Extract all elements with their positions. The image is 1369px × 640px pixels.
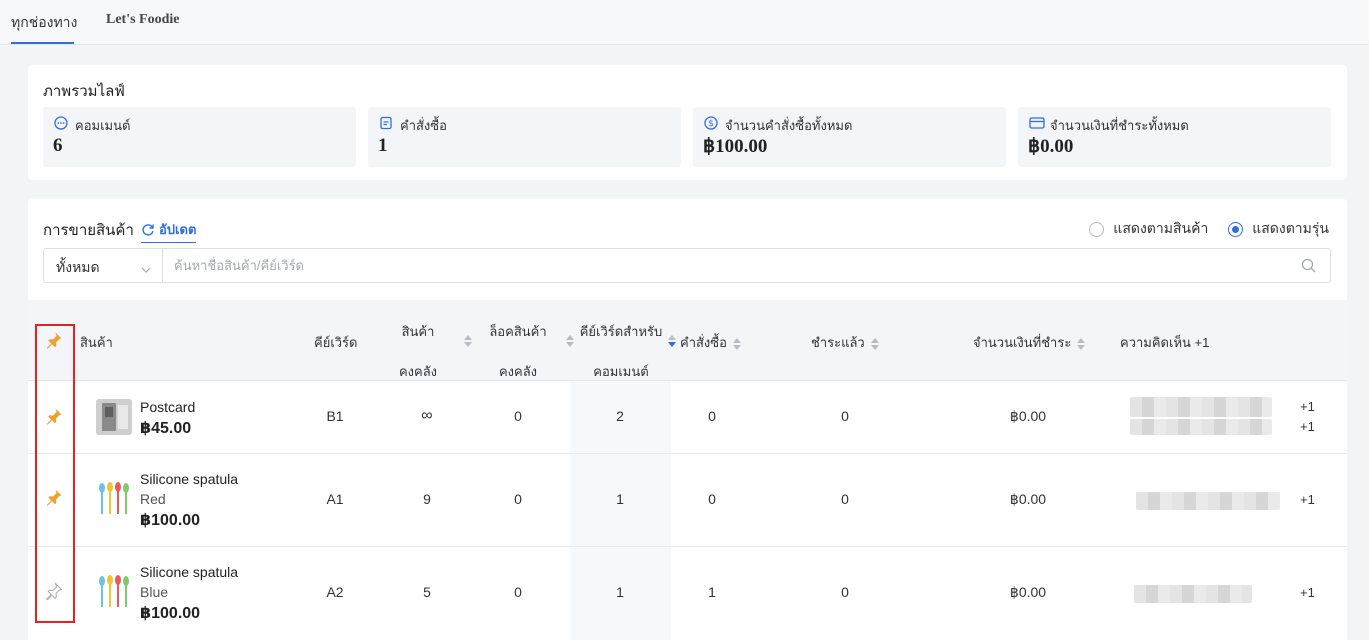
card-icon xyxy=(1029,116,1045,133)
product-name: Silicone spatula xyxy=(140,471,239,487)
filter-select-value: ทั้งหมด xyxy=(56,259,100,275)
plus-one-count: +1 xyxy=(1300,399,1315,414)
sort-desc-icon[interactable] xyxy=(668,335,676,347)
stat-value: ฿0.00 xyxy=(1028,136,1074,157)
col-product: สินค้า xyxy=(80,335,113,350)
blurred-comment xyxy=(1134,585,1252,603)
dollar-icon: $ xyxy=(704,116,718,133)
search-icon[interactable] xyxy=(1301,258,1316,276)
product-name: Postcard xyxy=(140,399,196,415)
table-row: Silicone spatula Blue ฿100.00 A2 5 0 1 1… xyxy=(28,547,1347,640)
product-variant: Red xyxy=(140,491,166,507)
table-row: Postcard ฿45.00 B1 ∞ 0 2 0 0 ฿0.00 +1 +1 xyxy=(28,381,1347,454)
product-thumbnail xyxy=(96,481,132,517)
search-bar: ทั้งหมด xyxy=(43,248,1331,283)
comment-keyword-cell: 2 xyxy=(616,408,624,424)
filter-select[interactable]: ทั้งหมด xyxy=(44,249,163,282)
view-mode-radio-group: แสดงตามสินค้า แสดงตามรุ่น xyxy=(1073,218,1329,240)
paid-amount-cell: ฿0.00 xyxy=(1009,584,1047,600)
comment-keyword-cell: 1 xyxy=(616,584,624,600)
col-paid-amount[interactable]: จำนวนเงินที่ชำระ xyxy=(973,332,1086,353)
table-row: Silicone spatula Red ฿100.00 A1 9 0 1 0 … xyxy=(28,454,1347,547)
keyword-cell: B1 xyxy=(326,408,344,424)
product-variant: Blue xyxy=(140,584,169,600)
sales-title: การขายสินค้า xyxy=(43,222,134,239)
active-tab-indicator xyxy=(11,42,74,44)
stat-total-paid-amount: จำนวนเงินที่ชำระทั้งหมด ฿0.00 xyxy=(1018,107,1331,167)
col-orders[interactable]: คำสั่งซื้อ xyxy=(680,332,741,353)
paid-amount-cell: ฿0.00 xyxy=(1009,408,1047,424)
keyword-cell: A1 xyxy=(326,491,344,507)
col-comment-keyword[interactable]: คีย์เวิร์ดสำหรับ คอมเมนต์ xyxy=(568,312,674,392)
stat-value: ฿100.00 xyxy=(703,136,768,157)
tab-all-channels[interactable]: ทุกช่องทาง xyxy=(11,12,77,34)
stat-label: จำนวนเงินที่ชำระทั้งหมด xyxy=(1050,118,1189,133)
refresh-icon xyxy=(141,222,159,237)
search-input[interactable] xyxy=(164,249,1294,282)
plus-one-count: +1 xyxy=(1300,585,1315,600)
radio-by-product[interactable]: แสดงตามสินค้า xyxy=(1089,218,1208,240)
table-header: สินค้า คีย์เวิร์ด สินค้า คงคลัง ล็อคสินค้… xyxy=(28,300,1347,381)
order-icon xyxy=(379,116,393,133)
product-price: ฿100.00 xyxy=(140,605,201,622)
stock-cell: ∞ xyxy=(421,407,433,424)
sort-icon[interactable] xyxy=(464,335,472,347)
radio-by-variant[interactable]: แสดงตามรุ่น xyxy=(1228,218,1329,240)
chevron-down-icon xyxy=(141,261,151,277)
blurred-comment xyxy=(1130,419,1272,435)
keyword-cell: A2 xyxy=(326,584,344,600)
orders-cell: 1 xyxy=(708,584,716,600)
pin-column-highlight-box xyxy=(35,324,75,623)
orders-cell: 0 xyxy=(708,408,716,424)
comment-keyword-cell: 1 xyxy=(616,491,624,507)
comment-icon xyxy=(54,116,68,133)
stat-total-order-amount: $ จำนวนคำสั่งซื้อทั้งหมด ฿100.00 xyxy=(693,107,1006,167)
stock-cell: 5 xyxy=(423,584,431,600)
product-sales-card: การขายสินค้า อัปเดต แสดงตามสินค้า แสดงตา… xyxy=(28,199,1347,640)
plus-one-count: +1 xyxy=(1300,492,1315,507)
locked-stock-cell: 0 xyxy=(514,408,522,424)
svg-text:$: $ xyxy=(708,119,714,129)
product-price: ฿100.00 xyxy=(140,512,201,529)
paid-cell: 0 xyxy=(841,491,849,507)
live-overview-card: ภาพรวมไลฟ์ คอมเมนต์ 6 คำสั่งซื้อ 1 $ จำน… xyxy=(28,65,1347,180)
product-name: Silicone spatula xyxy=(140,564,239,580)
tab-lets-foodie[interactable]: Let's Foodie xyxy=(106,12,180,28)
col-locked-stock[interactable]: ล็อคสินค้า คงคลัง xyxy=(473,312,563,392)
update-label: อัปเดต xyxy=(159,222,197,237)
stat-comments: คอมเมนต์ 6 xyxy=(43,107,356,167)
product-price: ฿45.00 xyxy=(140,420,192,437)
col-stock[interactable]: สินค้า คงคลัง xyxy=(388,312,448,392)
locked-stock-cell: 0 xyxy=(514,491,522,507)
blurred-comment xyxy=(1130,397,1272,417)
paid-cell: 0 xyxy=(841,408,849,424)
locked-stock-cell: 0 xyxy=(514,584,522,600)
col-comments-plus-one: ความคิดเห็น +1 xyxy=(1120,335,1210,350)
stat-label: จำนวนคำสั่งซื้อทั้งหมด xyxy=(725,118,853,133)
product-thumbnail xyxy=(96,574,132,610)
blurred-comment xyxy=(1136,492,1280,510)
orders-cell: 0 xyxy=(708,491,716,507)
paid-amount-cell: ฿0.00 xyxy=(1009,491,1047,507)
stat-orders: คำสั่งซื้อ 1 xyxy=(368,107,681,167)
paid-cell: 0 xyxy=(841,584,849,600)
plus-one-count: +1 xyxy=(1300,419,1315,434)
stock-cell: 9 xyxy=(423,491,431,507)
col-paid[interactable]: ชำระแล้ว xyxy=(811,332,879,353)
update-button[interactable]: อัปเดต xyxy=(141,219,197,243)
overview-title: ภาพรวมไลฟ์ xyxy=(43,83,125,100)
channel-tabs: ทุกช่องทาง Let's Foodie xyxy=(0,0,1369,45)
stat-value: 1 xyxy=(378,135,388,156)
stat-value: 6 xyxy=(53,135,63,156)
product-thumbnail xyxy=(96,399,132,435)
col-keyword: คีย์เวิร์ด xyxy=(314,335,358,350)
